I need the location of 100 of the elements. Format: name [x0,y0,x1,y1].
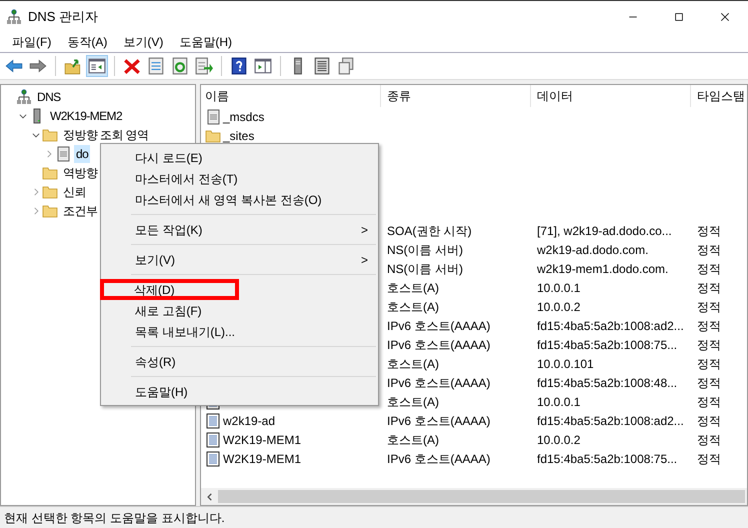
export-list-button[interactable] [193,55,215,77]
document-icon [55,146,71,162]
table-cell: 호스트(A) [387,280,439,294]
tree-item[interactable]: 정방향 조회 영역 [61,126,150,144]
maximize-icon[interactable] [673,10,685,22]
table-cell: 10.0.0.101 [537,356,594,370]
table-cell: 정적 [697,376,721,390]
column-header[interactable]: 종류 [381,85,531,107]
menu-item[interactable]: 파일(F) [4,33,60,51]
menu-item[interactable]: 마스터에서 전송(T) [101,168,378,189]
table-cell: fd15:4ba5:5a2b:1008:ad2... [537,414,684,428]
menu-item[interactable]: 삭제(D) [100,279,239,300]
horizontal-scrollbar[interactable] [201,488,747,505]
table-cell: NS(이름 서버) [387,242,463,256]
folder-icon [42,184,58,200]
table-cell: 정적 [697,280,721,294]
folder-icon [42,164,58,180]
table-cell: IPv6 호스트(AAAA) [387,376,490,390]
up-level-icon [64,57,82,75]
table-cell[interactable]: _msdcs [223,108,264,126]
tree-item[interactable]: 조건부 [61,202,100,220]
table-cell: 정적 [697,338,721,352]
copy-icon [337,57,355,75]
menu-item[interactable]: 속성(R) [101,351,378,372]
show-tree-button[interactable] [86,55,108,77]
refresh-icon [171,57,189,75]
menu-item[interactable]: 다시 로드(E) [101,147,378,168]
show-tree-icon [88,57,106,75]
table-cell: fd15:4ba5:5a2b:1008:48... [537,376,678,390]
table-cell: fd15:4ba5:5a2b:1008:75... [537,338,678,352]
table-cell: [71], w2k19-ad.dodo.co... [537,224,672,238]
table-cell: 정적 [697,356,721,370]
tree-item[interactable]: do [74,144,90,162]
tree-item[interactable]: 신뢰 [61,182,88,200]
folder-icon [42,126,58,142]
table-cell: 정적 [697,394,721,408]
menu-item[interactable]: 도움말(H) [101,381,378,402]
app-icon [6,8,22,24]
table-cell: 정적 [697,300,721,314]
network-icon [16,88,32,104]
table-cell[interactable]: W2K19-MEM1 [223,430,302,448]
table-cell: 정적 [697,452,721,466]
delete-icon [123,57,141,75]
table-cell[interactable]: _sites [223,126,254,144]
table-cell: 정적 [697,318,721,332]
properties-icon [147,57,165,75]
menu-item[interactable]: 새로 고침(F) [101,300,378,321]
table-cell: fd15:4ba5:5a2b:1008:ad2... [537,318,684,332]
column-header[interactable]: 타임스탬 [691,85,747,107]
table-cell: 정적 [697,414,721,428]
table-cell: 정적 [697,262,721,276]
menu-item[interactable]: 보기(V) > [101,249,378,270]
action-pane-icon [254,57,272,75]
table-cell: 호스트(A) [387,356,439,370]
column-header[interactable]: 이름 [201,85,381,107]
list-icon [313,57,331,75]
menu-item[interactable]: 마스터에서 새 영역 복사본 전송(O) [101,189,378,210]
table-cell: 정적 [697,432,721,446]
table-cell: IPv6 호스트(AAAA) [387,414,490,428]
tree-item[interactable]: W2K19-MEM2 [48,106,124,124]
record-icon [205,432,221,448]
table-cell: 10.0.0.1 [537,280,580,294]
table-cell: fd15:4ba5:5a2b:1008:75... [537,452,678,466]
menu-item[interactable]: 보기(V) [115,33,172,51]
back-icon [5,57,23,75]
table-cell[interactable]: W2K19-MEM1 [223,450,302,468]
menu-item[interactable]: 모든 작업(K) > [101,219,378,240]
menu-item[interactable]: 목록 내보내기(L)... [101,321,378,342]
menu-item[interactable]: 도움말(H) [171,33,240,51]
table-cell: 10.0.0.1 [537,394,580,408]
table-cell: SOA(권한 시작) [387,224,472,238]
table-cell: 정적 [697,242,721,256]
table-cell: 정적 [697,224,721,238]
table-cell: IPv6 호스트(AAAA) [387,452,490,466]
table-cell: 10.0.0.2 [537,432,580,446]
forward-icon [29,57,47,75]
table-cell: 호스트(A) [387,300,439,314]
tree-item[interactable]: DNS [35,88,63,106]
export-list-icon [195,57,213,75]
record-icon [205,450,221,466]
scroll-left-icon [204,492,214,502]
help-icon [230,57,248,75]
submenu-arrow: > [360,252,368,268]
table-cell: w2k19-ad.dodo.com. [537,242,648,256]
menu-item[interactable]: 동작(A) [59,33,116,51]
document-icon [205,108,221,124]
folder-icon [42,202,58,218]
table-cell: 호스트(A) [387,432,439,446]
column-header[interactable]: 데이터 [531,85,691,107]
table-cell[interactable]: w2k19-ad [223,412,276,430]
status-text: 현재 선택한 항목의 도움말을 표시합니다. [4,510,225,526]
window-title: DNS 관리자 [28,8,98,26]
table-cell: IPv6 호스트(AAAA) [387,338,490,352]
table-cell: w2k19-mem1.dodo.com. [537,262,668,276]
table-cell: 10.0.0.2 [537,300,580,314]
table-cell: NS(이름 서버) [387,262,463,276]
close-icon[interactable] [719,10,731,22]
record-icon [205,412,221,428]
tree-item[interactable]: 역방향 [61,164,100,182]
submenu-arrow: > [360,222,368,238]
